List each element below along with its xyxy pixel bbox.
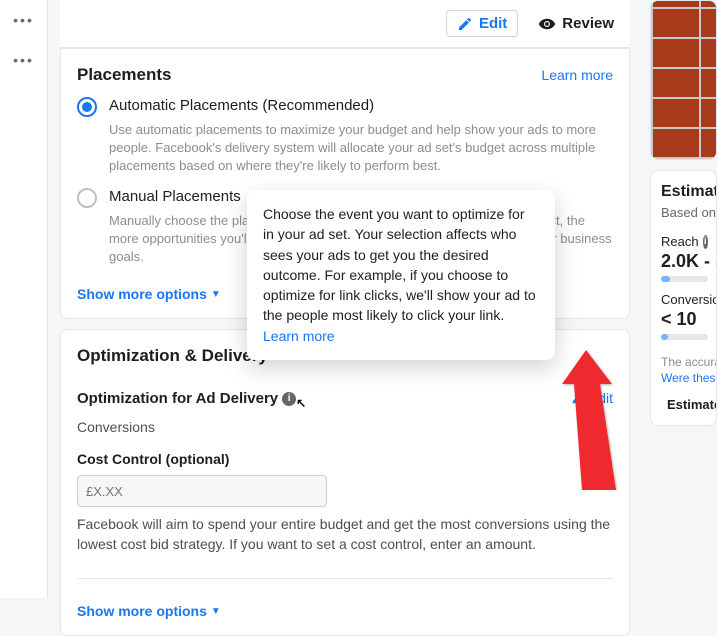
optimization-show-more[interactable]: Show more options ▼ [77,603,221,619]
radio-checked-icon [77,97,97,117]
ad-delivery-value: Conversions [77,419,613,435]
placements-show-more[interactable]: Show more options ▼ [77,286,221,302]
ad-delivery-heading: Optimization for Ad Delivery i ↖ [77,390,310,407]
auto-placements-label: Automatic Placements (Recommended) [109,97,374,117]
estimate-feedback-link[interactable]: Were these estimates helpful? [661,371,708,385]
estimate-note: The accuracy of estimates is based on fa… [661,354,708,371]
dots-icon: ••• [13,52,34,68]
preview-image [650,0,717,160]
estimate-tip: Estimates may vary significantly as peop… [661,397,708,413]
right-column: Estimated Based on 7-day click and 1-day… [650,0,717,598]
conversions-value: < 10 [661,309,708,330]
optimization-card: Optimization & Delivery Optimization for… [60,329,630,636]
pencil-icon [457,16,473,32]
tab-review-label: Review [562,15,614,32]
left-sidebar: ••• ••• [0,0,48,598]
tab-edit-label: Edit [479,15,507,32]
placements-title: Placements [77,65,172,85]
conversions-label: Conversions i [661,292,708,307]
cursor-icon: ↖ [296,396,306,410]
show-more-label: Show more options [77,603,207,619]
caret-down-icon: ▼ [211,606,221,617]
cost-control-input[interactable] [77,475,327,507]
drag-handle-2[interactable]: ••• [0,40,47,80]
manual-placements-label: Manual Placements [109,188,241,208]
reach-bar [661,276,708,282]
tab-bar: Edit Review [60,0,630,48]
show-more-label: Show more options [77,286,207,302]
reach-value: 2.0K - 5.7K [661,251,708,272]
eye-icon [538,15,556,33]
pencil-icon [571,391,585,405]
cost-control-helper: Facebook will aim to spend your entire b… [77,515,613,554]
reach-label: Reach i [661,234,708,249]
placements-learn-more-link[interactable]: Learn more [541,67,613,83]
ad-delivery-edit-button[interactable]: Edit [571,390,613,406]
conversions-label-text: Conversions [661,292,717,307]
estimate-title: Estimated [661,183,708,201]
estimate-card: Estimated Based on 7-day click and 1-day… [650,170,717,426]
estimate-tip-text: Estimates may vary significantly as peop… [667,397,717,413]
tab-edit[interactable]: Edit [446,10,518,37]
auto-placements-option[interactable]: Automatic Placements (Recommended) [77,97,613,117]
auto-placements-desc: Use automatic placements to maximize you… [109,121,613,176]
drag-handle-1[interactable]: ••• [0,0,47,40]
radio-unchecked-icon [77,188,97,208]
reach-label-text: Reach [661,234,699,249]
edit-label: Edit [589,390,613,406]
estimate-subtitle: Based on 7-day click and 1-day view conv… [661,205,708,220]
divider [77,578,613,579]
conversions-bar [661,334,708,340]
info-icon[interactable]: i [282,392,296,406]
cost-control-label: Cost Control (optional) [77,451,613,467]
tooltip-text: Choose the event you want to optimize fo… [263,206,536,323]
info-icon[interactable]: i [703,235,708,249]
caret-down-icon: ▼ [211,289,221,300]
tab-review[interactable]: Review [538,15,614,33]
optimization-tooltip: Choose the event you want to optimize fo… [247,190,555,360]
tooltip-learn-more-link[interactable]: Learn more [263,328,335,344]
dots-icon: ••• [13,12,34,28]
ad-delivery-label: Optimization for Ad Delivery [77,390,278,407]
